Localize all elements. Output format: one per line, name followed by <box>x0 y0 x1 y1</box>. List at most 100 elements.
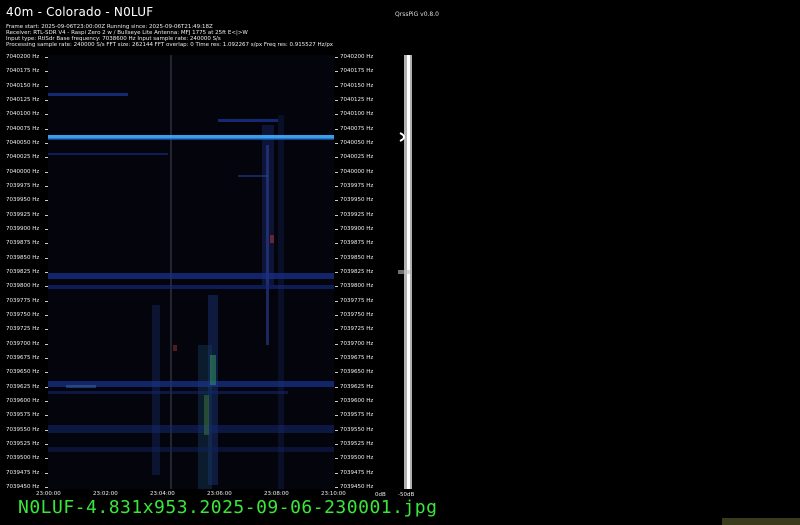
freq-label-left: 7039475 Hz <box>6 469 40 476</box>
info-processing: Processing sample rate: 240000 S/s FFT s… <box>6 42 334 48</box>
freq-tick-right <box>335 472 338 474</box>
freq-tick-right <box>335 314 338 316</box>
freq-tick-right <box>335 429 338 431</box>
freq-label-left: 7039875 Hz <box>6 240 40 247</box>
freq-label-right: 7039850 Hz <box>340 254 374 261</box>
freq-label-right: 7039475 Hz <box>340 469 374 476</box>
freq-tick-right <box>335 329 338 331</box>
filename-overlay: N0LUF-4.831x953.2025-09-06-230001.jpg <box>18 497 438 518</box>
version-label: QrssPiG v0.8.0 <box>395 11 439 18</box>
spectrum-panel <box>378 55 418 489</box>
freq-tick-right <box>335 185 338 187</box>
freq-label-right: 7039825 Hz <box>340 268 374 275</box>
freq-label-left: 7039925 Hz <box>6 211 40 218</box>
freq-tick-right <box>335 200 338 202</box>
freq-tick-right <box>335 300 338 302</box>
freq-tick-right <box>335 128 338 130</box>
time-label: 23:06:00 <box>207 491 232 497</box>
freq-label-left: 7039650 Hz <box>6 369 40 376</box>
time-label: 23:00:00 <box>36 491 61 497</box>
freq-tick-right <box>335 243 338 245</box>
freq-label-right: 7039775 Hz <box>340 297 374 304</box>
freq-tick-right <box>335 400 338 402</box>
freq-tick-right <box>335 99 338 101</box>
freq-label-left: 7039900 Hz <box>6 225 40 232</box>
spectrum-graphic <box>398 55 412 489</box>
freq-label-left: 7039775 Hz <box>6 297 40 304</box>
freq-label-left: 7040000 Hz <box>6 168 40 175</box>
freq-label-right: 7039750 Hz <box>340 311 374 318</box>
freq-label-right: 7039625 Hz <box>340 383 374 390</box>
freq-label-right: 7040100 Hz <box>340 111 374 118</box>
freq-label-left: 7039825 Hz <box>6 268 40 275</box>
freq-label-right: 7039600 Hz <box>340 397 374 404</box>
freq-label-left: 7040025 Hz <box>6 154 40 161</box>
freq-label-left: 7039850 Hz <box>6 254 40 261</box>
freq-label-right: 7040000 Hz <box>340 168 374 175</box>
freq-tick-right <box>335 85 338 87</box>
freq-label-right: 7039575 Hz <box>340 412 374 419</box>
freq-label-left: 7039500 Hz <box>6 455 40 462</box>
freq-label-left: 7040075 Hz <box>6 125 40 132</box>
freq-tick-right <box>335 372 338 374</box>
freq-tick-right <box>335 458 338 460</box>
time-label: 23:02:00 <box>93 491 118 497</box>
freq-label-right: 7040075 Hz <box>340 125 374 132</box>
freq-tick-right <box>335 114 338 116</box>
corner-bar <box>722 518 800 525</box>
time-label: 23:08:00 <box>264 491 289 497</box>
freq-label-left: 7040125 Hz <box>6 96 40 103</box>
freq-label-left: 7039675 Hz <box>6 354 40 361</box>
freq-label-right: 7040175 Hz <box>340 68 374 75</box>
freq-tick-right <box>335 171 338 173</box>
freq-label-right: 7039500 Hz <box>340 455 374 462</box>
freq-tick-right <box>335 228 338 230</box>
freq-label-right: 7040150 Hz <box>340 82 374 89</box>
freq-label-right: 7039900 Hz <box>340 225 374 232</box>
freq-label-right: 7039700 Hz <box>340 340 374 347</box>
waterfall-graphic <box>48 55 334 489</box>
freq-tick-right <box>335 157 338 159</box>
freq-label-left: 7039700 Hz <box>6 340 40 347</box>
freq-label-right: 7040025 Hz <box>340 154 374 161</box>
freq-tick-right <box>335 343 338 345</box>
freq-label-left: 7039800 Hz <box>6 283 40 290</box>
freq-label-left: 7040150 Hz <box>6 82 40 89</box>
freq-label-right: 7040200 Hz <box>340 54 374 60</box>
freq-label-left: 7039750 Hz <box>6 311 40 318</box>
waterfall-plot <box>48 55 334 489</box>
freq-label-left: 7039550 Hz <box>6 426 40 433</box>
freq-tick-right <box>335 286 338 288</box>
freq-label-right: 7039450 Hz <box>340 483 374 490</box>
page-title: 40m - Colorado - N0LUF <box>6 5 154 19</box>
freq-label-left: 7039950 Hz <box>6 197 40 204</box>
freq-label-right: 7039525 Hz <box>340 440 374 447</box>
freq-label-left: 7039600 Hz <box>6 397 40 404</box>
freq-label-right: 7040125 Hz <box>340 96 374 103</box>
freq-tick-right <box>335 57 338 58</box>
freq-tick-right <box>335 257 338 259</box>
freq-tick-right <box>335 142 338 144</box>
freq-tick-right <box>335 443 338 445</box>
freq-label-right: 7039650 Hz <box>340 369 374 376</box>
freq-label-right: 7040050 Hz <box>340 139 374 146</box>
freq-label-left: 7039575 Hz <box>6 412 40 419</box>
freq-label-left: 7039975 Hz <box>6 182 40 189</box>
freq-tick-right <box>335 214 338 216</box>
freq-label-left: 7040050 Hz <box>6 139 40 146</box>
freq-tick-right <box>335 486 338 488</box>
freq-label-left: 7040200 Hz <box>6 54 40 60</box>
freq-label-right: 7039800 Hz <box>340 283 374 290</box>
freq-tick-right <box>335 271 338 273</box>
freq-label-right: 7039950 Hz <box>340 197 374 204</box>
freq-label-right: 7039875 Hz <box>340 240 374 247</box>
freq-label-left: 7039450 Hz <box>6 483 40 490</box>
time-label: 23:10:00 <box>321 491 346 497</box>
freq-label-right: 7039975 Hz <box>340 182 374 189</box>
freq-label-left: 7040100 Hz <box>6 111 40 118</box>
freq-label-left: 7039525 Hz <box>6 440 40 447</box>
freq-label-right: 7039550 Hz <box>340 426 374 433</box>
freq-label-left: 7039725 Hz <box>6 326 40 333</box>
time-label: 23:04:00 <box>150 491 175 497</box>
freq-label-left: 7040175 Hz <box>6 68 40 75</box>
